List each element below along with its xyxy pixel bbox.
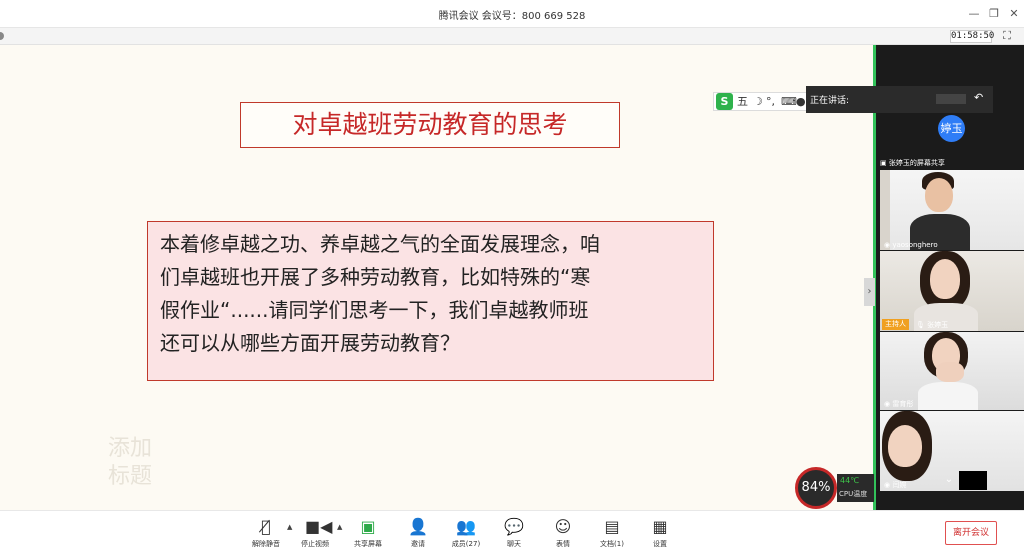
ime-mode-label[interactable]: 五 (737, 93, 748, 111)
speaking-indicator: 正在讲话: ↶ (806, 86, 993, 113)
members-icon: 👥 (456, 517, 476, 536)
keyboard-icon[interactable]: ⌨ (781, 93, 797, 111)
chevron-down-icon[interactable]: ⌄ (941, 474, 957, 488)
title-bar: 腾讯会议 会议号：800 669 528 — ❐ ✕ (0, 0, 1024, 28)
stop-video-label: 停止视频 (301, 540, 329, 548)
restore-button[interactable]: ❐ (984, 4, 1004, 24)
shared-screen: 对卓越班劳动教育的思考 本着修卓越之功、养卓越之气的全面发展理念，咱 们卓越班也… (0, 45, 873, 510)
mic-icon: ◉ (884, 241, 891, 249)
close-button[interactable]: ✕ (1004, 4, 1024, 24)
unmute-button[interactable]: 🎙̸ 解除静音 (246, 517, 286, 553)
invite-label: 邀请 (411, 540, 425, 548)
leave-meeting-button[interactable]: 离开会议 (945, 521, 997, 545)
watermark-line: 添加 (108, 436, 153, 461)
cpu-temp-panel: 44℃ CPU温度 (837, 474, 874, 502)
video-options-caret-icon[interactable]: ▲ (337, 523, 342, 531)
mic-icon: ◉ (884, 481, 891, 489)
chat-icon: 💬 (504, 517, 524, 536)
settings-label: 设置 (653, 540, 667, 548)
participant-name: ◉ yaosonghero (884, 241, 938, 249)
invite-button[interactable]: 👤 邀请 (398, 517, 438, 553)
emoji-label: 表情 (556, 540, 570, 548)
slide-watermark: 添加 标题 (108, 435, 152, 491)
fullscreen-icon[interactable]: ⛶ (999, 29, 1015, 43)
participant-video-tile[interactable]: ◉ 雷育彤 (880, 332, 1024, 410)
watermark-line: 标题 (108, 464, 153, 489)
slide-body-line: 还可以从哪些方面开展劳动教育？ (160, 331, 460, 355)
participant-name-text: 张婷玉 (927, 321, 949, 329)
meeting-info-bar: 01:58:50 ⛶ (0, 28, 1024, 45)
cpu-usage-gauge[interactable]: 84% (795, 467, 837, 509)
participant-name: 🎙 张婷玉 (916, 320, 948, 330)
emoji-icon: ☺ (554, 517, 572, 536)
members-button[interactable]: 👥 成员(27) (446, 517, 486, 553)
stop-video-button[interactable]: ■◀ 停止视频 (295, 517, 335, 553)
chat-label: 聊天 (507, 540, 521, 548)
participant-face (925, 178, 953, 212)
document-label: 文档(1) (600, 540, 624, 548)
screen-share-label: ▣ 张婷玉的屏幕共享 (880, 158, 945, 168)
moon-icon[interactable]: ☽ (753, 93, 763, 111)
mic-icon: 🎙 (916, 321, 925, 329)
speaking-wave-icon (936, 94, 966, 104)
participant-video-tile[interactable]: 主持人 🎙 张婷玉 (880, 251, 1024, 331)
sogou-logo-icon[interactable]: S (716, 93, 733, 110)
video-sidebar: 婷玉 ▣ 张婷玉的屏幕共享 ◉ yaosonghero 主持人 🎙 张婷玉 ◉ … (873, 45, 1024, 510)
meeting-timer: 01:58:50 (950, 30, 995, 43)
share-screen-label: 共享屏幕 (354, 540, 382, 548)
minimize-button[interactable]: — (964, 4, 984, 24)
chat-button[interactable]: 💬 聊天 (494, 517, 534, 553)
speaking-label: 正在讲话: (810, 96, 850, 106)
collapse-sidebar-chevron-icon[interactable]: › (864, 278, 875, 306)
participant-name-text: yaosonghero (892, 241, 938, 249)
side-handle-icon[interactable] (0, 32, 4, 40)
screen-share-text: 张婷玉的屏幕共享 (888, 159, 945, 167)
user-icon[interactable]: ● (796, 93, 806, 111)
participant-name-text: 闫婉 (892, 481, 907, 489)
slide-body-line: 假作业“......请同学们思考一下，我们卓越教师班 (160, 298, 589, 322)
participant-name: ◉ 雷育彤 (884, 399, 913, 409)
meeting-window: 腾讯会议 会议号：800 669 528 — ❐ ✕ 01:58:50 ⛶ 对卓… (0, 0, 1024, 553)
audio-options-caret-icon[interactable]: ▲ (287, 523, 292, 531)
video-icon: ■◀ (305, 517, 333, 536)
window-title: 腾讯会议 会议号：800 669 528 (438, 11, 586, 22)
participant-name: ◉ 闫婉 (884, 480, 906, 490)
cpu-temp-label: CPU温度 (839, 490, 868, 498)
door-frame (880, 170, 890, 250)
participant-face (930, 259, 960, 299)
slide-title: 对卓越班劳动教育的思考 (240, 102, 620, 148)
settings-button[interactable]: ▦ 设置 (640, 517, 680, 553)
members-label: 成员(27) (451, 540, 481, 548)
participant-hands (936, 362, 964, 382)
participant-video-tile[interactable]: ◉ yaosonghero (880, 170, 1024, 250)
settings-icon: ▦ (652, 517, 668, 536)
share-screen-icon: ▣ (360, 517, 376, 536)
video-controls-strip (959, 471, 987, 490)
slide-body: 本着修卓越之功、养卓越之气的全面发展理念，咱 们卓越班也开展了多种劳动教育，比如… (147, 221, 714, 381)
mic-icon: ◉ (884, 400, 891, 408)
mic-muted-icon: 🎙̸ (261, 517, 271, 536)
participant-face (888, 425, 922, 467)
share-screen-button[interactable]: ▣ 共享屏幕 (348, 517, 388, 553)
unmute-label: 解除静音 (252, 540, 280, 548)
cpu-temp-value: 44℃ (840, 476, 860, 485)
invite-icon: 👤 (408, 517, 428, 536)
document-icon: ▤ (604, 517, 620, 536)
slide-body-line: 们卓越班也开展了多种劳动教育，比如特殊的“寒 (160, 265, 591, 289)
emoji-button[interactable]: ☺ 表情 (543, 517, 583, 553)
host-badge: 主持人 (882, 319, 909, 330)
back-arrow-icon[interactable]: ↶ (974, 91, 983, 104)
slide-body-line: 本着修卓越之功、养卓越之气的全面发展理念，咱 (160, 232, 600, 256)
participant-name-text: 雷育彤 (892, 400, 914, 408)
avatar[interactable]: 婷玉 (938, 115, 965, 142)
meeting-toolbar: 🎙̸ 解除静音 ▲ ■◀ 停止视频 ▲ ▣ 共享屏幕 👤 邀请 👥 成员(27)… (0, 510, 1024, 553)
participant-body (918, 382, 978, 410)
screen-share-icon: ▣ (880, 159, 887, 167)
punctuation-icon[interactable]: °, (766, 93, 775, 111)
document-button[interactable]: ▤ 文档(1) (592, 517, 632, 553)
